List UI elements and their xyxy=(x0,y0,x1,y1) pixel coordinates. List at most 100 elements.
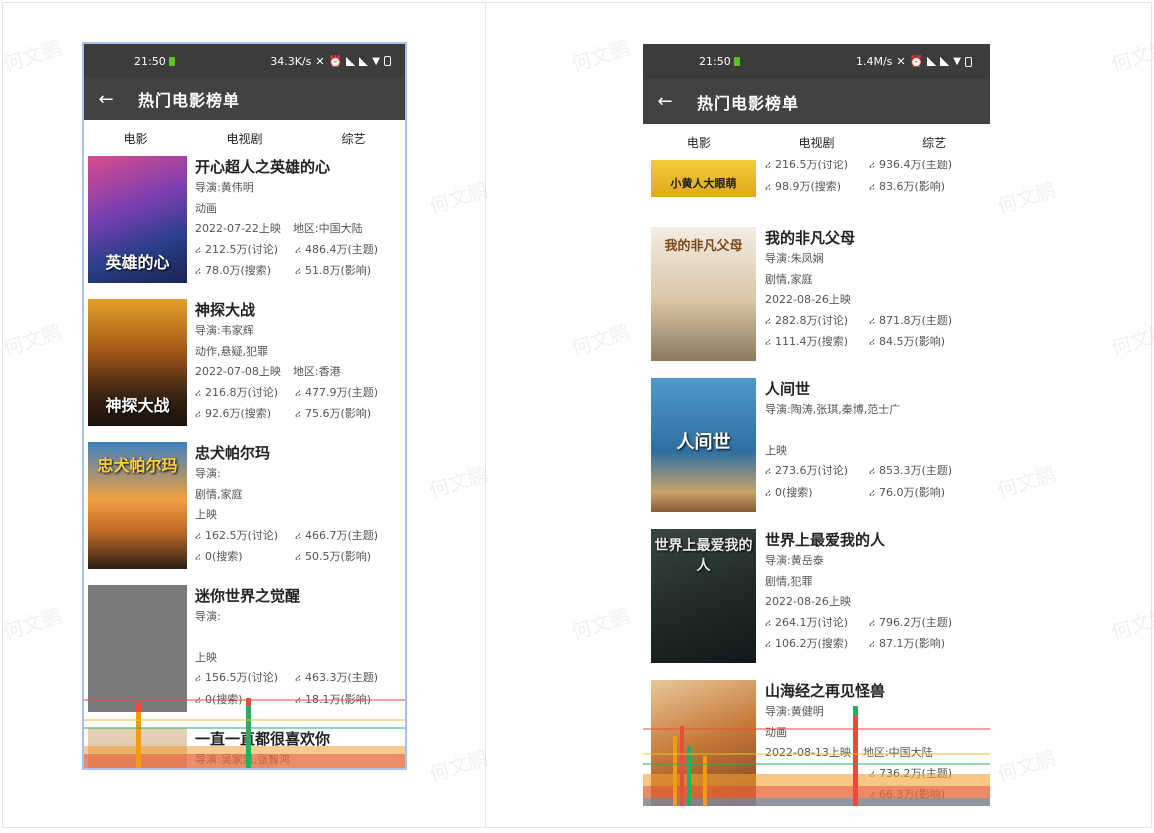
stat-influence: 84.5万(影响) xyxy=(879,335,946,348)
list-item[interactable]: 忠犬帕尔玛 忠犬帕尔玛 导演: 剧情,家庭 上映 ሪ 162.5万(讨论) ሪ 466… xyxy=(84,442,405,585)
movie-list[interactable]: 英雄的心 开心超人之英雄的心 导演:黄伟明 动画 2022-07-22上映 地区:… xyxy=(84,156,405,768)
list-item[interactable]: 一直一直都很喜欢你 导演:吴家凯,张智鸿 xyxy=(84,728,405,768)
flame-icon: ሪ xyxy=(195,694,201,706)
stat-influence: 83.6万(影响) xyxy=(879,179,946,193)
stat-influence: 76.0万(影响) xyxy=(879,485,946,499)
movie-title: 我的非凡父母 xyxy=(765,229,856,247)
flame-icon: ሪ xyxy=(869,315,875,327)
movie-director: 导演: xyxy=(195,610,221,623)
panel-divider xyxy=(485,3,486,828)
movie-director: 导演:黄健明 xyxy=(765,705,824,718)
movie-poster: 人间世 xyxy=(651,378,756,512)
movie-poster: 世界上最爱我的人 xyxy=(651,529,756,663)
flame-icon: ሪ xyxy=(765,617,771,629)
alarm-icon: ⏰ xyxy=(328,54,343,68)
movie-poster xyxy=(88,728,187,768)
battery-icon xyxy=(384,56,391,66)
status-bar: 21:50 34.3K/s ✕ ⏰ ▼ xyxy=(84,44,405,78)
stat-influence: 51.8万(影响) xyxy=(305,264,372,277)
page-title: 热门电影榜单 xyxy=(697,93,800,113)
list-item[interactable]: 山海经之再见怪兽 导演:黄健明 动画 2022-08-13上映 地区:中国大陆 ሪ… xyxy=(643,680,990,806)
right-phone-screen: 21:50 1.4M/s ✕ ⏰ ▼ ← 热门电影榜单 电影 电视剧 综艺 小黄… xyxy=(643,44,990,814)
battery-saver-icon xyxy=(733,57,740,66)
tab-tv[interactable]: 电视剧 xyxy=(212,124,276,153)
battery-icon xyxy=(965,56,972,67)
movie-region: 地区:中国大陆 xyxy=(292,222,363,235)
movie-director: 导演:韦家辉 xyxy=(195,324,254,337)
movie-poster: 英雄的心 xyxy=(88,156,187,283)
movie-poster xyxy=(651,680,756,806)
signal-icon xyxy=(346,56,356,66)
tab-variety[interactable]: 综艺 xyxy=(327,124,379,153)
movie-release: 上映 xyxy=(765,443,787,457)
flame-icon: ሪ xyxy=(295,694,301,706)
stat-search: 0(搜索) xyxy=(775,485,813,499)
stat-discuss: 264.1万(讨论) xyxy=(775,615,849,629)
movie-release: 上映 xyxy=(195,650,217,664)
tab-movies[interactable]: 电影 xyxy=(673,128,725,157)
stat-search: 106.2万(搜索) xyxy=(775,637,849,650)
stat-discuss: 156.5万(讨论) xyxy=(205,671,279,684)
movie-release: 上映 xyxy=(195,508,217,521)
stat-search: 78.0万(搜索) xyxy=(205,264,272,277)
stat-topic: 486.4万(主题) xyxy=(305,242,379,256)
network-speed: 34.3K/s xyxy=(270,54,312,68)
flame-icon: ሪ xyxy=(765,315,771,327)
stat-influence: 18.1万(影响) xyxy=(305,692,372,706)
flame-icon: ሪ xyxy=(295,387,301,399)
flame-icon: ሪ xyxy=(295,673,301,684)
signal-icon xyxy=(927,57,937,66)
stat-topic: 736.2万(主题) xyxy=(879,766,953,780)
list-item[interactable]: 小黄人大眼萌 ሪ 216.5万(讨论) ሪ 936.4万(主题) ሪ 98.9万(搜索)… xyxy=(643,160,990,209)
movie-genre: 剧情,犯罪 xyxy=(765,574,813,588)
tab-variety[interactable]: 综艺 xyxy=(908,128,960,157)
stat-discuss: 162.5万(讨论) xyxy=(205,528,279,542)
screenshot-canvas: 何文鹏 何文鹏 何文鹏 何文鹏 何文鹏 何文鹏 何文鹏 何文鹏 何文鹏 何文鹏 … xyxy=(0,0,1154,833)
flame-icon: ሪ xyxy=(869,768,875,780)
movie-title: 人间世 xyxy=(765,380,811,398)
flame-icon: ሪ xyxy=(765,181,771,193)
list-item[interactable]: 人间世 人间世 导演:陶涛,张琪,秦博,范士广 上映 ሪ 273.6万(讨论) ሪ 8… xyxy=(643,378,990,529)
list-item[interactable]: 迷你世界之觉醒 导演: 上映 ሪ 156.5万(讨论) ሪ 463.3万(主题) ሪ0… xyxy=(84,585,405,728)
network-speed: 1.4M/s xyxy=(855,55,893,68)
movie-poster: 神探大战 xyxy=(88,299,187,426)
stat-topic: 477.9万(主题) xyxy=(305,385,379,399)
movie-genre: 动画 xyxy=(765,725,787,739)
wifi-icon: ▼ xyxy=(953,56,961,67)
arrow-left-icon[interactable]: ← xyxy=(655,91,675,112)
tab-movies[interactable]: 电影 xyxy=(109,124,161,153)
flame-icon: ሪ xyxy=(869,790,875,801)
movie-director: 导演:陶涛,张琪,秦博,范士广 xyxy=(765,403,901,416)
stat-discuss: 212.5万(讨论) xyxy=(205,242,279,256)
movie-title: 迷你世界之觉醒 xyxy=(195,587,301,605)
movie-region: 地区:中国大陆 xyxy=(862,746,933,759)
status-bar: 21:50 1.4M/s ✕ ⏰ ▼ xyxy=(643,44,990,79)
list-item[interactable]: 世界上最爱我的人 世界上最爱我的人 导演:黄岳泰 剧情,犯罪 2022-08-2… xyxy=(643,529,990,680)
stat-search: 98.9万(搜索) xyxy=(775,179,842,193)
list-item[interactable]: 我的非凡父母 我的非凡父母 导演:朱凤娴 剧情,家庭 2022-08-26上映 … xyxy=(643,227,990,378)
movie-genre: 动作,悬疑,犯罪 xyxy=(195,344,268,358)
movie-title: 世界上最爱我的人 xyxy=(765,531,886,549)
flame-icon: ሪ xyxy=(765,639,771,650)
list-item[interactable]: 英雄的心 开心超人之英雄的心 导演:黄伟明 动画 2022-07-22上映 地区:… xyxy=(84,156,405,299)
list-item[interactable]: 神探大战 神探大战 导演:韦家辉 动作,悬疑,犯罪 2022-07-08上映 地区… xyxy=(84,299,405,442)
movie-poster: 忠犬帕尔玛 xyxy=(88,442,187,569)
flame-icon: ሪ xyxy=(869,181,875,193)
stat-discuss: 273.6万(讨论) xyxy=(775,464,849,477)
status-time: 21:50 xyxy=(699,55,740,68)
flame-icon: ሪ xyxy=(295,266,301,277)
flame-icon: ሪ xyxy=(765,487,771,499)
alarm-icon: ⏰ xyxy=(909,55,924,68)
flame-icon: ሪ xyxy=(195,409,201,420)
arrow-left-icon[interactable]: ← xyxy=(96,89,116,110)
flame-icon: ሪ xyxy=(195,673,201,684)
tab-tv[interactable]: 电视剧 xyxy=(784,128,848,157)
flame-icon: ሪ xyxy=(869,639,875,650)
stat-topic: 463.3万(主题) xyxy=(305,671,379,684)
movie-genre: 剧情,家庭 xyxy=(195,487,243,501)
movie-list[interactable]: 小黄人大眼萌 ሪ 216.5万(讨论) ሪ 936.4万(主题) ሪ 98.9万(搜索)… xyxy=(643,160,990,806)
stat-discuss: 282.8万(讨论) xyxy=(775,313,849,327)
movie-genre: 剧情,家庭 xyxy=(765,272,813,286)
status-indicators: 34.3K/s ✕ ⏰ ▼ xyxy=(270,55,391,68)
movie-director: 导演:黄岳泰 xyxy=(765,554,824,567)
